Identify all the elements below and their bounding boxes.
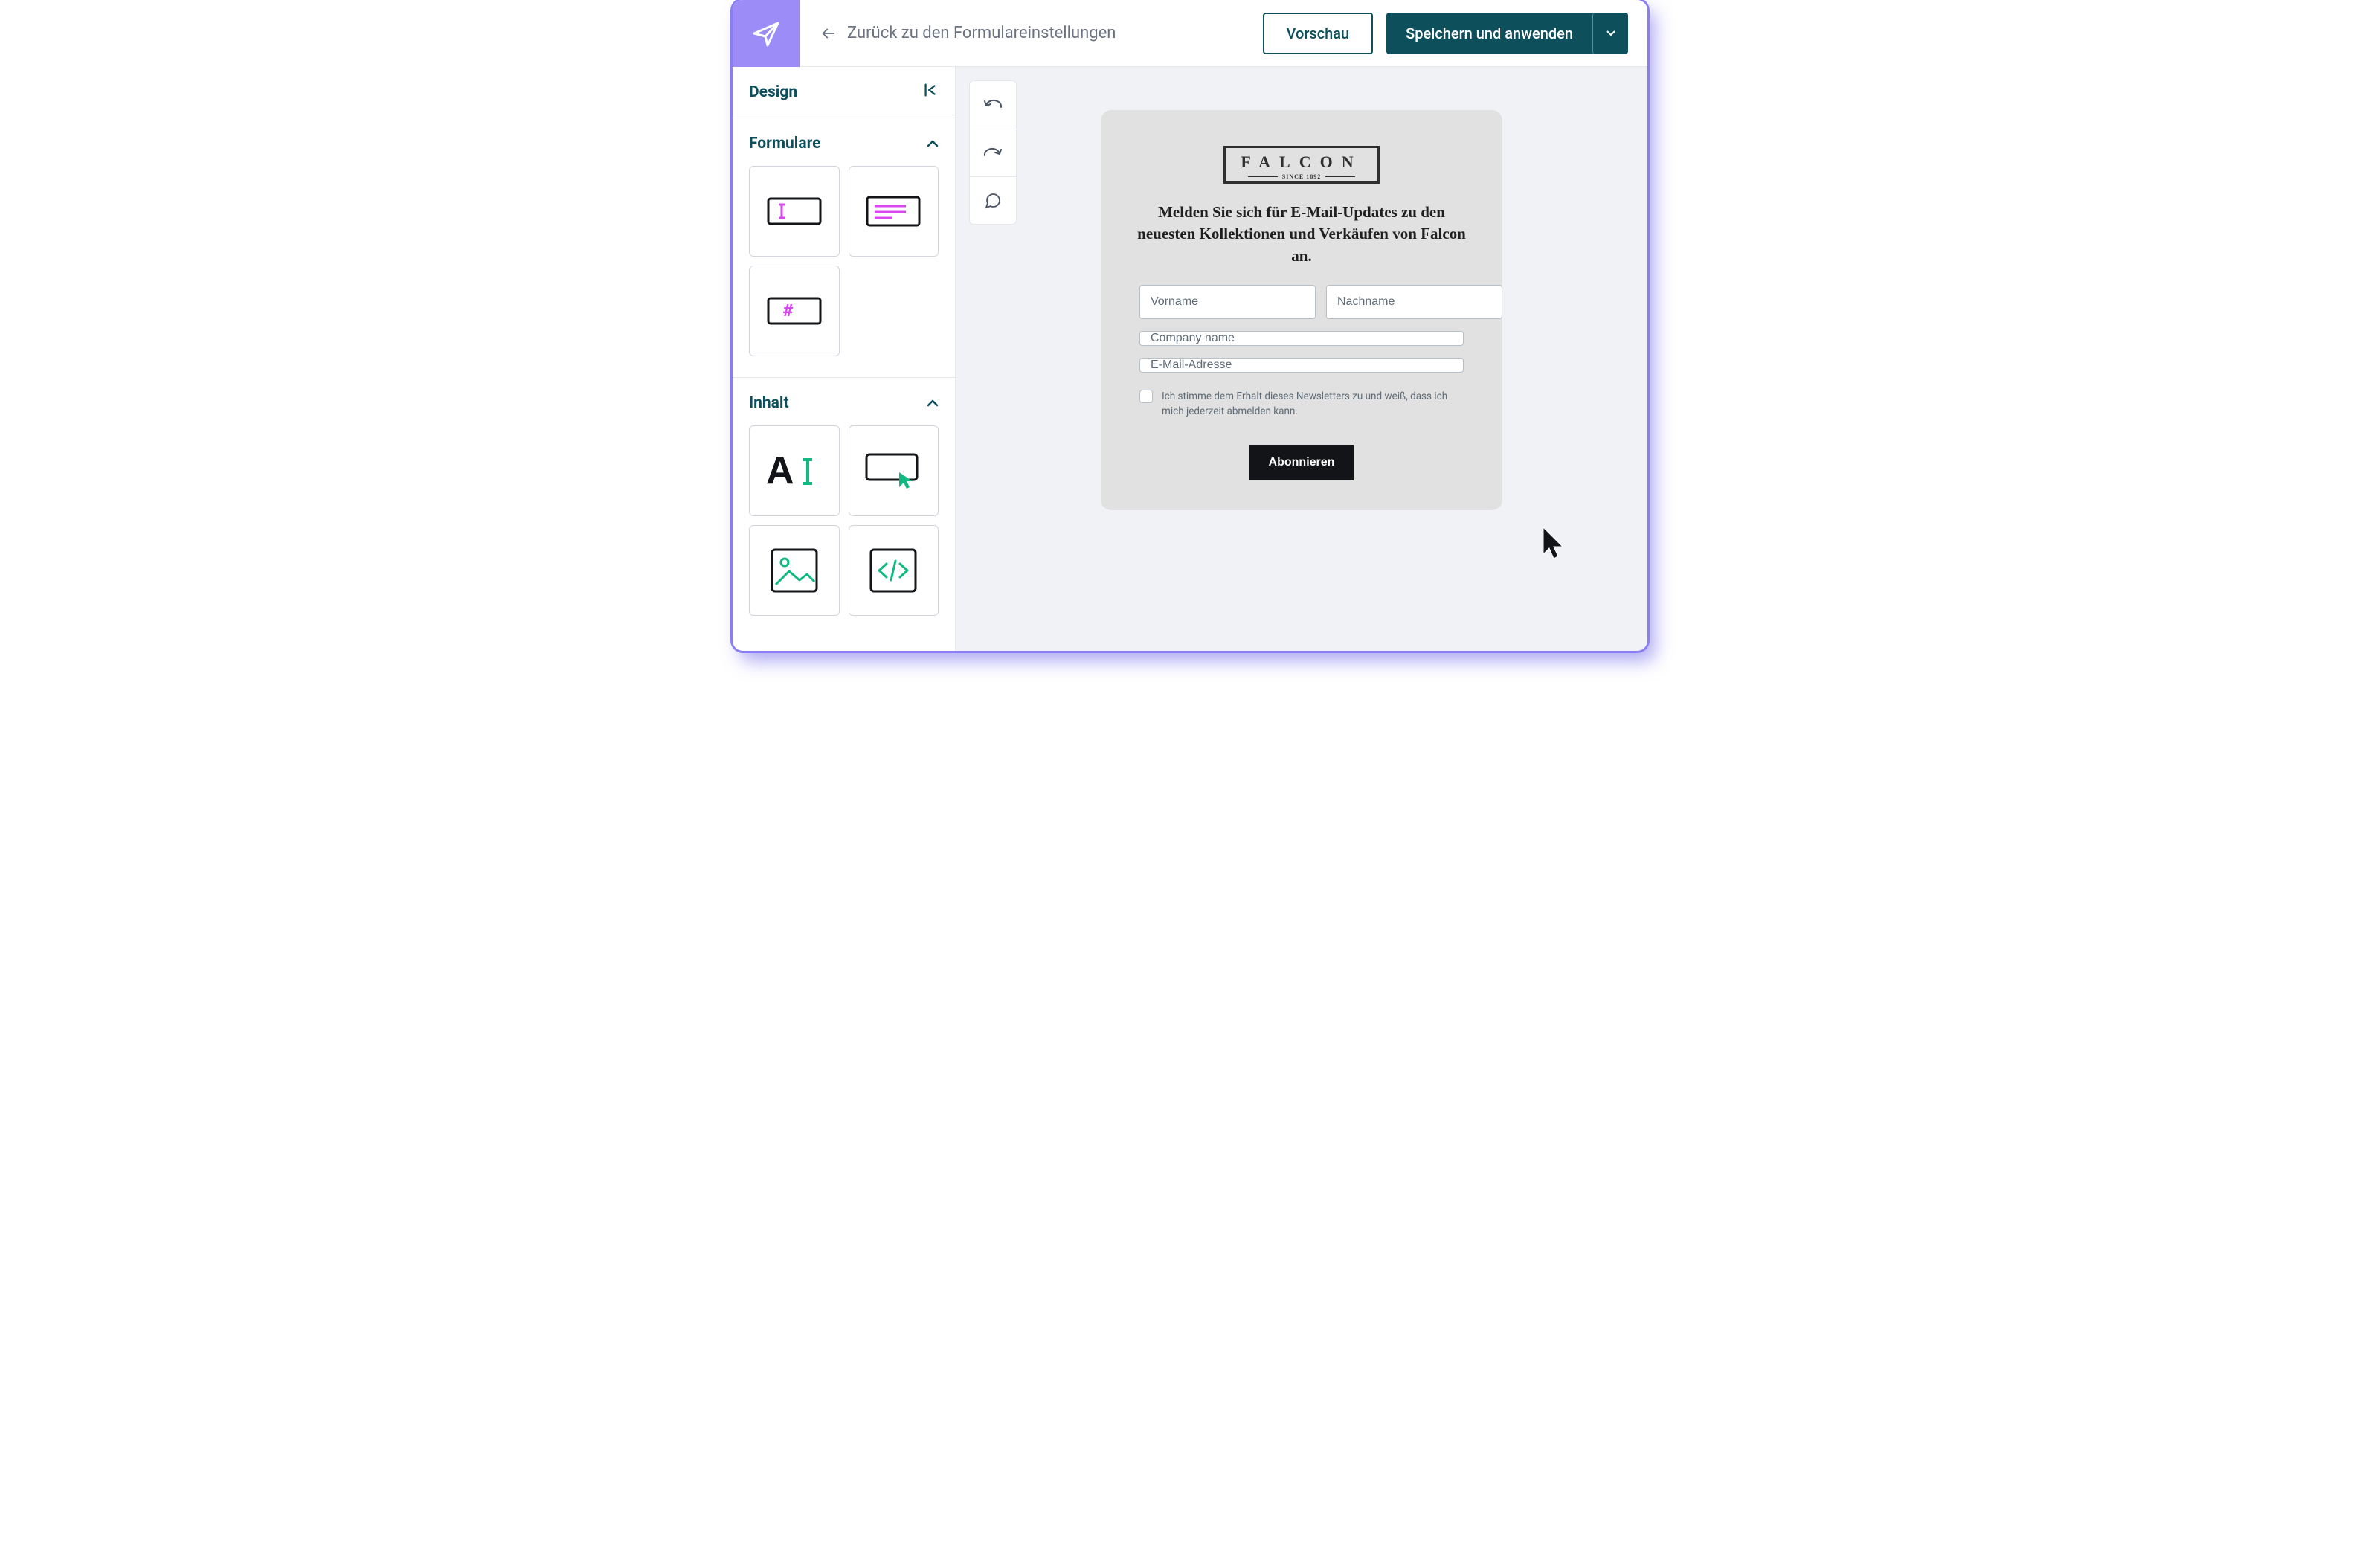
brand-name: FALCON bbox=[1226, 152, 1377, 172]
preview-button[interactable]: Vorschau bbox=[1263, 13, 1374, 54]
app-frame: Zurück zu den Formulareinstellungen Vors… bbox=[733, 0, 1647, 651]
tile-text-input[interactable] bbox=[749, 166, 840, 257]
comment-button[interactable] bbox=[970, 176, 1016, 224]
textarea-icon bbox=[866, 196, 921, 227]
forms-section-label: Formulare bbox=[749, 135, 820, 152]
brand-since: SINCE 1892 bbox=[1226, 173, 1377, 180]
image-block-icon bbox=[770, 547, 819, 594]
email-row bbox=[1123, 358, 1480, 373]
redo-button[interactable] bbox=[970, 129, 1016, 176]
tile-image-block[interactable] bbox=[749, 525, 840, 616]
sidebar: Design Formulare bbox=[733, 67, 956, 651]
chevron-up-icon bbox=[927, 399, 939, 407]
tile-number-input[interactable]: # bbox=[749, 266, 840, 356]
back-link[interactable]: Zurück zu den Formulareinstellungen bbox=[800, 24, 1263, 42]
undo-button[interactable] bbox=[970, 81, 1016, 129]
arrow-left-icon bbox=[820, 25, 837, 42]
caret-down-icon bbox=[1606, 30, 1615, 36]
brand-logo: FALCON SINCE 1892 bbox=[1223, 146, 1380, 184]
tool-column bbox=[969, 80, 1017, 225]
tile-textarea[interactable] bbox=[849, 166, 939, 257]
form-heading: Melden Sie sich für E-Mail-Updates zu de… bbox=[1136, 202, 1467, 267]
firstname-field[interactable] bbox=[1139, 285, 1316, 319]
company-field[interactable] bbox=[1139, 331, 1464, 346]
comment-icon bbox=[984, 192, 1002, 210]
top-actions: Vorschau Speichern und anwenden bbox=[1263, 13, 1647, 54]
lastname-field[interactable] bbox=[1326, 285, 1502, 319]
svg-text:#: # bbox=[783, 302, 794, 321]
save-dropdown-button[interactable] bbox=[1592, 13, 1628, 54]
name-row bbox=[1123, 285, 1480, 319]
tile-button-block[interactable] bbox=[849, 425, 939, 516]
chevron-up-icon bbox=[927, 140, 939, 147]
code-block-icon bbox=[869, 547, 918, 594]
content-section-label: Inhalt bbox=[749, 394, 789, 412]
consent-row: Ich stimme dem Erhalt dieses Newsletters… bbox=[1123, 385, 1480, 419]
design-header: Design bbox=[733, 67, 955, 118]
undo-icon bbox=[983, 98, 1003, 112]
main: Design Formulare bbox=[733, 67, 1647, 651]
content-section-header[interactable]: Inhalt bbox=[733, 378, 955, 425]
consent-text: Ich stimme dem Erhalt dieses Newsletters… bbox=[1162, 389, 1464, 419]
collapse-sidebar-button[interactable] bbox=[922, 82, 939, 103]
form-preview: FALCON SINCE 1892 Melden Sie sich für E-… bbox=[1101, 110, 1502, 510]
tile-code-block[interactable] bbox=[849, 525, 939, 616]
app-logo[interactable] bbox=[733, 0, 800, 67]
content-tiles: A bbox=[733, 425, 955, 637]
cursor-icon bbox=[1540, 526, 1567, 562]
back-label: Zurück zu den Formulareinstellungen bbox=[847, 24, 1116, 42]
number-input-icon: # bbox=[767, 297, 822, 325]
redo-icon bbox=[983, 147, 1003, 160]
collapse-left-icon bbox=[922, 82, 939, 98]
save-button-group: Speichern und anwenden bbox=[1386, 13, 1628, 54]
topbar: Zurück zu den Formulareinstellungen Vors… bbox=[733, 0, 1647, 67]
svg-text:A: A bbox=[766, 449, 794, 492]
company-row bbox=[1123, 331, 1480, 346]
tile-text-block[interactable]: A bbox=[749, 425, 840, 516]
save-button[interactable]: Speichern und anwenden bbox=[1386, 13, 1592, 54]
email-field[interactable] bbox=[1139, 358, 1464, 373]
canvas: FALCON SINCE 1892 Melden Sie sich für E-… bbox=[956, 67, 1647, 651]
button-block-icon bbox=[863, 451, 923, 490]
paper-plane-icon bbox=[751, 19, 781, 48]
forms-section-header[interactable]: Formulare bbox=[733, 118, 955, 166]
design-label: Design bbox=[749, 83, 797, 101]
forms-tiles: # bbox=[733, 166, 955, 377]
text-block-icon: A bbox=[765, 449, 824, 492]
consent-checkbox[interactable] bbox=[1139, 390, 1153, 403]
text-input-icon bbox=[767, 197, 822, 225]
subscribe-button[interactable]: Abonnieren bbox=[1250, 445, 1354, 480]
